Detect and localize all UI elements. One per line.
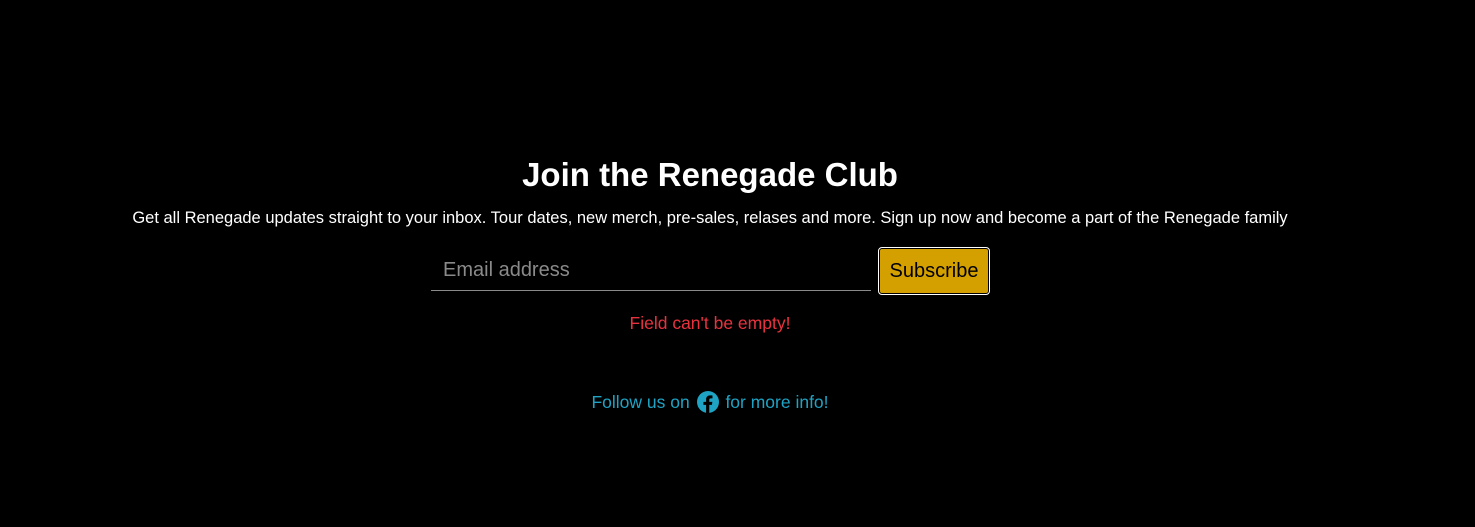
subscribe-form: Subscribe xyxy=(431,247,991,295)
subscribe-button[interactable]: Subscribe xyxy=(878,247,990,295)
follow-prefix-text: Follow us on xyxy=(591,392,690,412)
newsletter-description: Get all Renegade updates straight to you… xyxy=(132,209,1288,227)
facebook-icon[interactable] xyxy=(696,391,719,413)
newsletter-title: Join the Renegade Club xyxy=(522,156,898,193)
error-message: Field can't be empty! xyxy=(629,313,791,333)
follow-us-line: Follow us on for more info! xyxy=(0,389,1420,415)
follow-suffix-text: for more info! xyxy=(725,392,829,412)
newsletter-section: Join the Renegade Club Get all Renegade … xyxy=(0,0,1420,527)
email-input[interactable] xyxy=(431,251,871,291)
